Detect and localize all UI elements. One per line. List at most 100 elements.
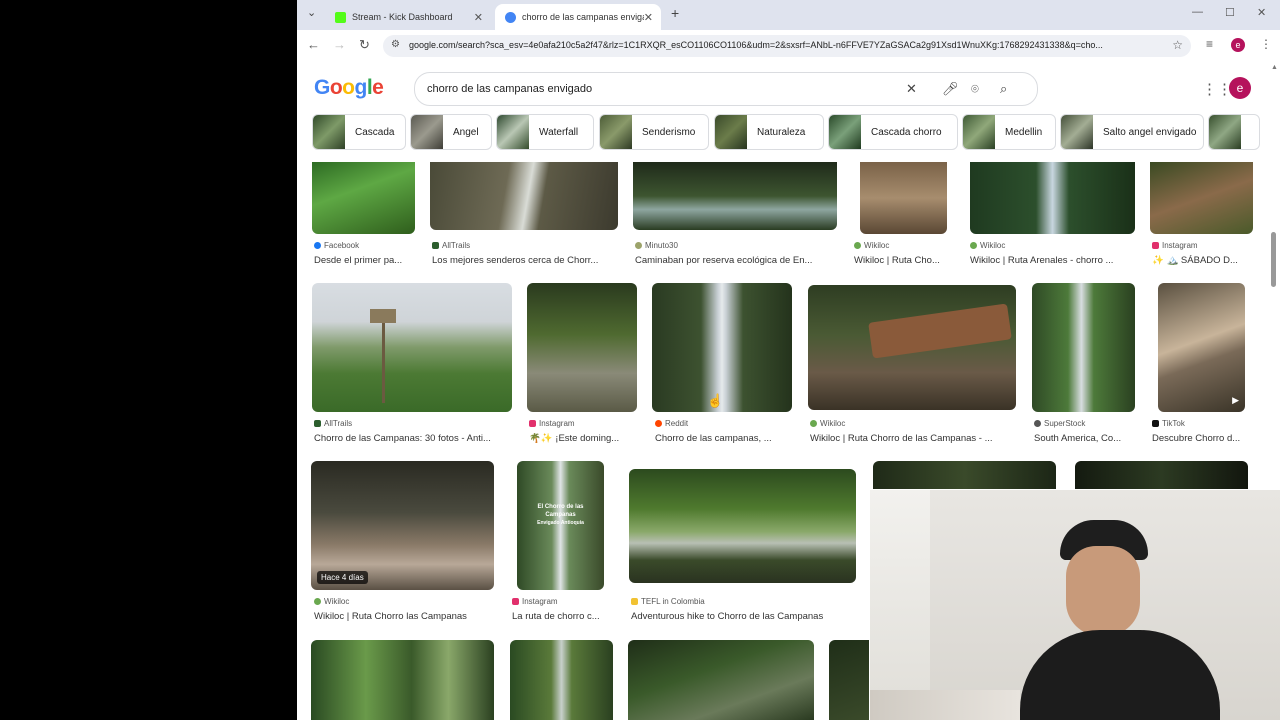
result-caption[interactable]: Desde el primer pa... <box>314 255 414 266</box>
result-caption[interactable]: Chorro de las Campanas: 30 fotos - Anti.… <box>314 433 512 444</box>
result-image[interactable] <box>1032 283 1135 412</box>
voice-search-icon[interactable]: 🎤︎ <box>942 81 959 97</box>
result-caption[interactable]: ✨ 🏔️ SÁBADO D... <box>1152 255 1252 266</box>
result-image[interactable] <box>808 285 1016 410</box>
face-shape <box>1066 546 1140 636</box>
wikiloc-icon <box>314 598 321 605</box>
back-arrow-icon[interactable]: ← <box>307 37 320 52</box>
tab-search-icon[interactable]: ⌄ <box>307 6 316 19</box>
tab-close-icon[interactable]: ✕ <box>644 11 653 24</box>
result-image[interactable] <box>1075 461 1248 489</box>
address-bar[interactable]: ⚙ google.com/search?sca_esv=4e0afa210c5a… <box>383 35 1191 57</box>
result-image[interactable] <box>860 162 947 234</box>
result-source[interactable]: Wikiloc <box>970 241 1005 250</box>
result-caption[interactable]: South America, Co... <box>1034 433 1134 444</box>
tab-google-search[interactable]: chorro de las campanas envigado ✕ <box>495 4 661 30</box>
result-image[interactable] <box>628 640 814 720</box>
bookmark-star-icon[interactable]: ☆ <box>1172 38 1183 52</box>
window-close-icon[interactable]: ✕ <box>1257 6 1266 19</box>
result-caption[interactable]: Wikiloc | Ruta Arenales - chorro ... <box>970 255 1120 266</box>
result-image[interactable]: El Chorro de las Campanas Envigado Antio… <box>517 461 604 590</box>
superstock-icon <box>1034 420 1041 427</box>
result-source[interactable]: AllTrails <box>432 241 470 250</box>
maximize-icon[interactable]: ☐ <box>1225 6 1235 19</box>
chip-more[interactable] <box>1208 114 1260 150</box>
result-image[interactable] <box>829 640 869 720</box>
search-box[interactable]: chorro de las campanas envigado ✕ 🎤︎ ⌾ ⌕ <box>414 72 1038 106</box>
chip-cascada-chorro[interactable]: Cascada chorro <box>828 114 958 150</box>
tab-title: chorro de las campanas envigado <box>522 12 644 22</box>
logo-letter: o <box>342 76 355 99</box>
reload-icon[interactable]: ↻ <box>359 37 370 53</box>
result-source[interactable]: Wikiloc <box>854 241 889 250</box>
source-label: AllTrails <box>324 419 353 428</box>
chip-naturaleza[interactable]: Naturaleza <box>714 114 824 150</box>
chip-medellin[interactable]: Medellin <box>962 114 1056 150</box>
minimize-icon[interactable]: — <box>1192 6 1203 18</box>
result-image[interactable] <box>970 162 1135 234</box>
result-image[interactable] <box>510 640 613 720</box>
google-logo[interactable]: Google <box>314 76 384 100</box>
site-info-icon[interactable]: ⚙ <box>391 39 400 50</box>
overlay-line: El Chorro de las <box>537 504 584 510</box>
chip-senderismo[interactable]: Senderismo <box>599 114 709 150</box>
tab-strip: ⌄ Stream - Kick Dashboard ✕ chorro de la… <box>297 0 1280 30</box>
result-caption[interactable]: Wikiloc | Ruta Chorro las Campanas <box>314 611 494 622</box>
result-image[interactable] <box>527 283 637 412</box>
result-caption[interactable]: Wikiloc | Ruta Cho... <box>854 255 942 266</box>
result-caption[interactable]: Wikiloc | Ruta Chorro de las Campanas - … <box>810 433 1015 444</box>
result-caption[interactable]: Adventurous hike to Chorro de las Campan… <box>631 611 856 622</box>
result-source[interactable]: TEFL in Colombia <box>631 597 705 606</box>
video-play-icon: ▶ <box>1232 395 1239 405</box>
tab-kick-dashboard[interactable]: Stream - Kick Dashboard ✕ <box>325 4 491 30</box>
result-source[interactable]: Instagram <box>1152 241 1198 250</box>
chip-waterfall[interactable]: Waterfall <box>496 114 594 150</box>
result-image[interactable]: ▶ <box>1158 283 1245 412</box>
tab-close-icon[interactable]: ✕ <box>474 11 483 24</box>
source-label: AllTrails <box>442 241 471 250</box>
result-source[interactable]: Wikiloc <box>810 419 845 428</box>
result-caption[interactable]: Caminaban por reserva ecológica de En... <box>635 255 831 266</box>
result-caption[interactable]: 🌴✨ ¡Este doming... <box>529 433 637 444</box>
scrollbar-thumb[interactable] <box>1271 232 1276 287</box>
result-image[interactable] <box>873 461 1056 489</box>
source-label: TEFL in Colombia <box>641 597 705 606</box>
forward-arrow-icon[interactable]: → <box>333 37 346 52</box>
result-source[interactable]: Reddit <box>655 419 688 428</box>
chip-salto-angel-envigado[interactable]: Salto angel envigado <box>1060 114 1204 150</box>
result-source[interactable]: AllTrails <box>314 419 352 428</box>
result-image[interactable] <box>629 469 856 583</box>
trail-sign-shape <box>370 309 396 323</box>
result-caption[interactable]: Chorro de las campanas, ... <box>655 433 793 444</box>
result-image[interactable] <box>1150 162 1253 234</box>
lens-search-icon[interactable]: ⌾ <box>971 81 979 97</box>
google-profile-avatar[interactable]: e <box>1229 77 1251 99</box>
result-source[interactable]: Instagram <box>529 419 575 428</box>
result-caption[interactable]: Los mejores senderos cerca de Chorr... <box>432 255 610 266</box>
result-source[interactable]: Facebook <box>314 241 359 250</box>
result-caption[interactable]: Descubre Chorro d... <box>1152 433 1252 444</box>
browser-profile-avatar[interactable]: e <box>1231 38 1245 52</box>
browser-menu-icon[interactable]: ⋮ <box>1260 37 1272 51</box>
clear-search-icon[interactable]: ✕ <box>906 81 917 97</box>
result-caption[interactable]: La ruta de chorro c... <box>512 611 604 622</box>
result-image[interactable] <box>633 162 837 230</box>
bed-shape <box>870 690 1020 720</box>
search-icon[interactable]: ⌕ <box>1000 81 1007 97</box>
result-image[interactable]: Hace 4 días <box>311 461 494 590</box>
result-image[interactable] <box>312 162 415 234</box>
source-label: TikTok <box>1162 419 1185 428</box>
result-source[interactable]: Wikiloc <box>314 597 349 606</box>
result-source[interactable]: Instagram <box>512 597 558 606</box>
chip-angel[interactable]: Angel <box>410 114 492 150</box>
result-image[interactable] <box>311 640 494 720</box>
result-source[interactable]: Minuto30 <box>635 241 678 250</box>
result-source[interactable]: TikTok <box>1152 419 1185 428</box>
new-tab-button[interactable]: + <box>671 5 679 21</box>
reading-list-icon[interactable]: ≡ <box>1206 37 1213 51</box>
chip-cascada[interactable]: Cascada <box>312 114 406 150</box>
result-image[interactable] <box>430 162 618 230</box>
scroll-up-icon[interactable]: ▲ <box>1271 64 1278 71</box>
result-source[interactable]: SuperStock <box>1034 419 1085 428</box>
result-image[interactable] <box>312 283 512 412</box>
